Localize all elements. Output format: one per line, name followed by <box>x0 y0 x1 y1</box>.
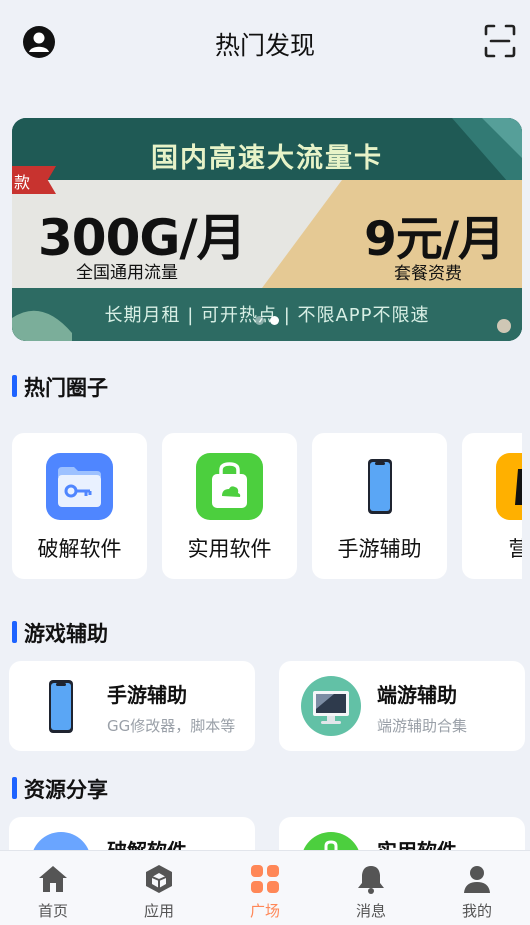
section-title-game-helpers: 游戏辅助 <box>12 618 108 648</box>
circle-card-label: 实用软件 <box>187 537 272 561</box>
circle-card-cracked-software[interactable]: 破解软件 <box>12 433 147 579</box>
person-icon <box>464 866 490 893</box>
top-bar: 热门发现 <box>0 0 530 86</box>
banner-data-caption: 全国通用流量 <box>76 263 178 283</box>
circle-card-label: 手游辅助 <box>337 537 422 561</box>
page-title: 热门发现 <box>214 31 315 60</box>
circle-card-nutrition[interactable]: 营养 <box>462 433 522 579</box>
tab-label: 应用 <box>143 902 174 920</box>
tab-messages[interactable]: 消息 <box>318 851 424 925</box>
cube-icon <box>146 865 172 893</box>
tab-me[interactable]: 我的 <box>424 851 530 925</box>
carousel-dot-active[interactable] <box>270 316 279 325</box>
tab-home[interactable]: 首页 <box>0 851 106 925</box>
circle-card-mobile-game-helper[interactable]: 手游辅助 <box>312 433 447 579</box>
circle-card-label: 破解软件 <box>37 537 122 561</box>
carousel-dot[interactable] <box>255 316 264 325</box>
banner-headline: 国内高速大流量卡 <box>151 143 383 174</box>
monitor-icon <box>301 676 361 736</box>
shopping-bag-icon <box>196 453 263 520</box>
tile-mobile-game-helper[interactable]: 手游辅助 GG修改器，脚本等 <box>9 661 255 751</box>
phone-icon <box>31 676 91 736</box>
tab-label: 消息 <box>355 902 386 920</box>
tile-subtitle: 端游辅助合集 <box>377 717 468 735</box>
carousel-indicator <box>12 310 522 329</box>
circle-card-label: 营养 <box>508 537 523 561</box>
tab-apps[interactable]: 应用 <box>106 851 212 925</box>
grid-icon <box>251 865 279 893</box>
bottom-tab-bar: 首页 应用 广场 消息 我的 <box>0 850 530 925</box>
phone-icon <box>346 453 413 520</box>
tile-title: 手游辅助 <box>107 683 187 707</box>
home-icon <box>39 866 67 892</box>
tab-label: 首页 <box>37 902 68 920</box>
app-icon <box>496 453 522 520</box>
circle-card-useful-software[interactable]: 实用软件 <box>162 433 297 579</box>
tile-pc-game-helper[interactable]: 端游辅助 端游辅助合集 <box>279 661 525 751</box>
tab-square[interactable]: 广场 <box>212 851 318 925</box>
tab-label: 我的 <box>461 902 492 920</box>
promo-banner[interactable]: 款 国内高速大流量卡 300G/月 全国通用流量 9元/月 套餐资费 长期月租 … <box>12 118 522 341</box>
section-title-hot-circles: 热门圈子 <box>12 372 108 402</box>
tile-title: 端游辅助 <box>377 683 457 707</box>
section-title-resources: 资源分享 <box>12 774 108 804</box>
bell-icon <box>358 866 384 894</box>
tab-label: 广场 <box>249 902 280 920</box>
folder-key-icon <box>46 453 113 520</box>
hot-circles-row[interactable]: 破解软件 实用软件 手游辅助 营养 <box>12 433 522 579</box>
tile-subtitle: GG修改器，脚本等 <box>107 717 236 735</box>
scan-icon[interactable] <box>484 24 516 58</box>
banner-price-caption: 套餐资费 <box>394 264 462 284</box>
